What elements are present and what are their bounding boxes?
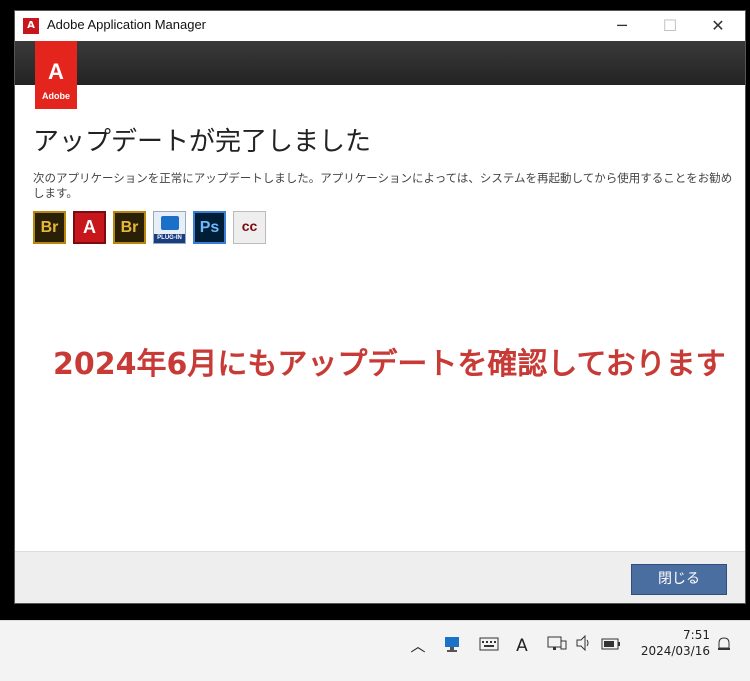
photoshop-icon: Ps bbox=[193, 211, 226, 244]
header-band bbox=[15, 41, 745, 85]
chevron-up-icon[interactable]: ︿ bbox=[408, 635, 428, 657]
display-network-icon[interactable] bbox=[546, 635, 568, 657]
updated-app-icons: Br A Br PLUG-IN Ps cc bbox=[33, 211, 266, 247]
notification-icon[interactable] bbox=[714, 635, 734, 657]
speaker-icon[interactable] bbox=[574, 634, 594, 657]
page-title: アップデートが完了しました bbox=[33, 127, 372, 157]
puzzle-shape bbox=[161, 216, 179, 230]
clock-date: 2024/03/16 bbox=[640, 644, 710, 658]
adobe-icon: A bbox=[73, 211, 106, 244]
close-button[interactable]: 閉じる bbox=[631, 564, 727, 595]
clock-time: 7:51 bbox=[683, 628, 710, 642]
title-bar[interactable]: A Adobe Application Manager ─ ☐ ✕ bbox=[15, 11, 745, 41]
input-indicator[interactable]: A bbox=[512, 635, 532, 657]
battery-icon[interactable] bbox=[600, 635, 622, 657]
clock[interactable]: 7:51 2024/03/16 bbox=[630, 627, 710, 659]
update-description: 次のアプリケーションを正常にアップデートしました。アプリケーションによっては、シ… bbox=[33, 171, 733, 200]
window-title: Adobe Application Manager bbox=[47, 17, 207, 32]
adobe-logo-word: Adobe bbox=[42, 91, 70, 101]
minimize-button[interactable]: ─ bbox=[599, 11, 645, 41]
bridge-icon: Br bbox=[113, 211, 146, 244]
adobe-logo: A Adobe bbox=[35, 41, 77, 109]
maximize-button[interactable]: ☐ bbox=[647, 11, 693, 41]
overlay-annotation: 2024年6月にもアップデートを確認しております bbox=[53, 347, 726, 382]
app-window: A Adobe Application Manager ─ ☐ ✕ A Adob… bbox=[14, 10, 746, 604]
network-monitor-icon[interactable] bbox=[442, 635, 462, 657]
adobe-app-icon: A bbox=[23, 18, 39, 34]
adobe-logo-mark: A bbox=[48, 59, 64, 84]
keyboard-icon[interactable] bbox=[478, 635, 500, 657]
bridge-icon: Br bbox=[33, 211, 66, 244]
plugin-label: PLUG-IN bbox=[154, 234, 185, 243]
taskbar: ︿ A 7:51 2024/03/16 bbox=[0, 620, 750, 681]
creative-cloud-icon: cc bbox=[233, 211, 266, 244]
close-window-button[interactable]: ✕ bbox=[695, 11, 741, 41]
plugin-icon: PLUG-IN bbox=[153, 211, 186, 244]
footer-bar: 閉じる bbox=[15, 551, 745, 603]
